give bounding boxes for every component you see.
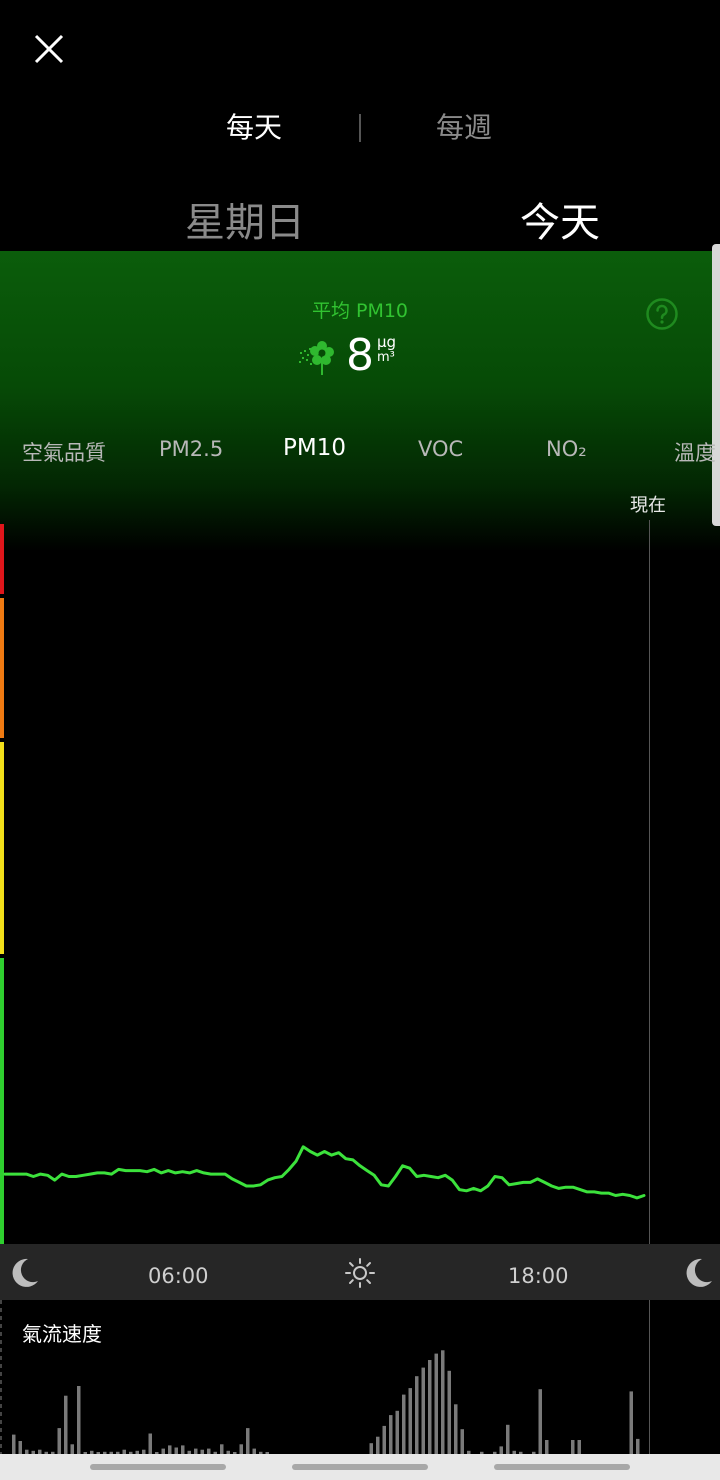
- airflow-bar: [246, 1428, 250, 1454]
- airflow-bar: [402, 1394, 406, 1454]
- airflow-bar: [389, 1415, 393, 1454]
- close-button[interactable]: [28, 28, 70, 70]
- close-icon: [34, 34, 64, 64]
- level-bar-good: [0, 958, 4, 1244]
- airflow-label: 氣流速度: [22, 1322, 102, 1346]
- nav-handle-right[interactable]: [494, 1464, 630, 1470]
- airflow-bar: [220, 1444, 224, 1454]
- airflow-bar: [428, 1360, 432, 1454]
- airflow-bar: [636, 1438, 640, 1454]
- level-bar-moderate: [0, 742, 4, 954]
- question-icon: [646, 298, 678, 330]
- airflow-bar: [64, 1395, 68, 1454]
- airflow-bar: [460, 1429, 464, 1454]
- level-bar-very-unhealthy: [0, 524, 4, 594]
- pm10-line: [3, 1145, 646, 1200]
- day-today[interactable]: 今天: [520, 190, 600, 248]
- help-button[interactable]: [645, 297, 679, 331]
- moon-icon: [12, 1258, 38, 1287]
- airflow-bar: [571, 1440, 575, 1454]
- airflow-chart: [0, 1300, 650, 1455]
- level-bar-unhealthy: [0, 598, 4, 738]
- airflow-bar: [369, 1443, 373, 1454]
- airflow-bar: [499, 1446, 503, 1454]
- tab-pm25[interactable]: PM2.5: [159, 437, 223, 461]
- flower-icon: [298, 336, 338, 376]
- airflow-bar: [454, 1404, 458, 1454]
- moon-icon: [686, 1258, 712, 1287]
- unit-bottom: m³: [377, 350, 395, 365]
- airflow-bar: [376, 1436, 380, 1454]
- nav-handle-center[interactable]: [292, 1464, 428, 1470]
- airflow-bar: [148, 1433, 152, 1454]
- tab-voc[interactable]: VOC: [418, 437, 463, 461]
- side-panel-handle[interactable]: [712, 244, 720, 526]
- now-label: 現在: [630, 495, 666, 516]
- airflow-bar: [77, 1386, 81, 1454]
- airflow-bar: [181, 1445, 185, 1454]
- sun-icon: [345, 1258, 375, 1288]
- airflow-bar: [421, 1367, 425, 1454]
- pm10-chart[interactable]: [0, 520, 720, 1255]
- airflow-bar: [239, 1444, 243, 1454]
- tab-daily[interactable]: 每天: [226, 106, 282, 146]
- airflow-bar: [70, 1444, 74, 1454]
- airflow-bar: [395, 1410, 399, 1454]
- airflow-bar: [382, 1425, 386, 1454]
- airflow-bar: [441, 1350, 445, 1454]
- airflow-bar: [415, 1376, 419, 1454]
- tab-weekly[interactable]: 每週: [436, 106, 492, 146]
- unit-top: μg: [377, 333, 397, 351]
- average-label: 平均 PM10: [311, 300, 409, 322]
- airflow-bar: [12, 1434, 16, 1454]
- day-sunday[interactable]: 星期日: [185, 190, 305, 248]
- airflow-bar: [408, 1388, 412, 1454]
- tab-no2[interactable]: NO₂: [546, 437, 587, 461]
- airflow-bar: [538, 1389, 542, 1454]
- airflow-bar: [506, 1424, 510, 1454]
- time-label-06: 06:00: [148, 1264, 209, 1288]
- tab-temperature[interactable]: 溫度: [674, 437, 716, 467]
- average-value: 8: [346, 330, 374, 381]
- airflow-bar: [168, 1445, 172, 1454]
- airflow-bar: [57, 1428, 61, 1454]
- airflow-bar: [629, 1391, 633, 1454]
- airflow-bar: [447, 1370, 451, 1454]
- airflow-bar: [577, 1440, 581, 1454]
- airflow-bar: [434, 1353, 438, 1454]
- nav-handle-left[interactable]: [90, 1464, 226, 1470]
- tab-pm10[interactable]: PM10: [283, 435, 346, 461]
- tab-divider: [359, 114, 361, 142]
- airflow-bar: [545, 1440, 549, 1454]
- airflow-bar: [18, 1441, 22, 1454]
- tab-air-quality[interactable]: 空氣品質: [22, 437, 106, 467]
- time-label-18: 18:00: [508, 1264, 569, 1288]
